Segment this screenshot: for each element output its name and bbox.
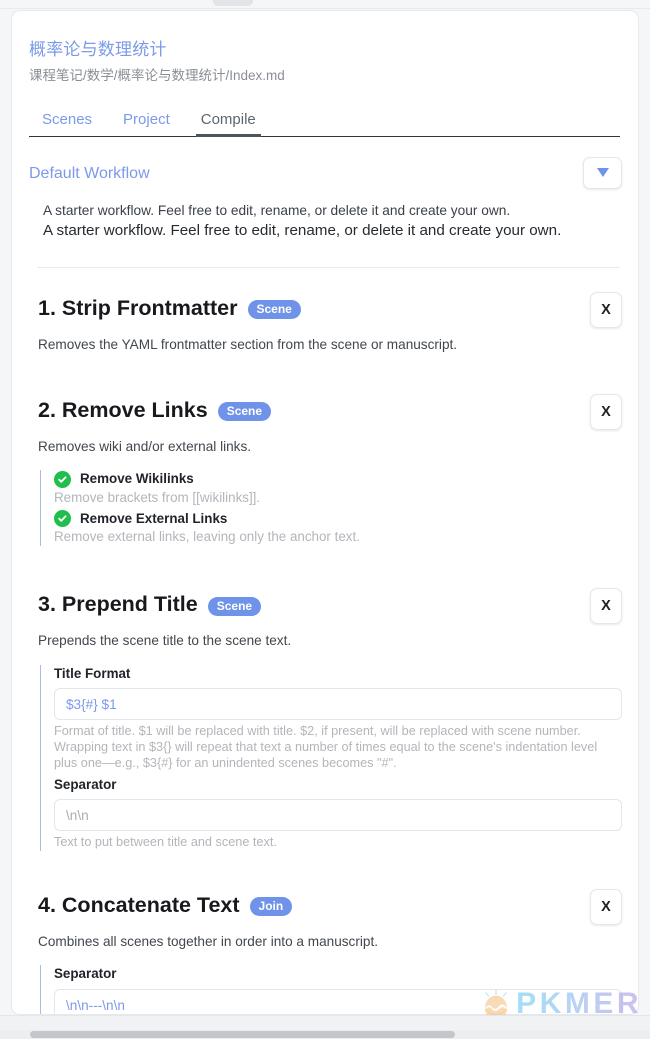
field-label: Separator	[54, 966, 117, 982]
step-type-badge: Scene	[217, 402, 272, 422]
option-help: Remove brackets from [[wikilinks]].	[54, 489, 261, 505]
field-separator: Separator \n\n Text to put between title…	[54, 776, 622, 851]
separator-input[interactable]: \n\n---\n\n	[54, 988, 622, 1014]
title-format-input[interactable]: $3{#} $1	[54, 688, 622, 721]
horizontal-scrollbar-thumb[interactable]	[30, 1031, 455, 1038]
step-description: Removes wiki and/or external links.	[38, 438, 252, 454]
workflow-description-large: A starter workflow. Feel free to edit, r…	[43, 222, 562, 240]
step-title: 1. Strip Frontmatter	[38, 295, 238, 320]
breadcrumb-path: 课程笔记/数学/概率论与数理统计/Index.md	[29, 68, 285, 84]
remove-step-button[interactable]: X	[590, 291, 622, 328]
remove-step-button[interactable]: X	[590, 889, 622, 926]
tab-scenes[interactable]: Scenes	[42, 111, 92, 136]
workflow-name[interactable]: Default Workflow	[29, 157, 150, 185]
tab-bar: Scenes Project Compile	[29, 104, 620, 138]
page-title: 概率论与数理统计	[29, 40, 167, 59]
field-label: Title Format	[54, 665, 131, 681]
compile-step: 4. Concatenate Text Join X Combines all …	[12, 877, 638, 1014]
remove-step-button[interactable]: X	[590, 393, 622, 430]
checkbox-checked-icon[interactable]	[54, 510, 71, 528]
option-label: Remove External Links	[80, 510, 228, 526]
option-help: Remove external links, leaving only the …	[54, 529, 360, 545]
chevron-down-icon	[596, 168, 609, 178]
tab-project[interactable]: Project	[123, 111, 170, 136]
option-row: Remove Wikilinks Remove brackets from [[…	[54, 470, 622, 507]
step-title: 4. Concatenate Text	[38, 893, 240, 918]
field-label: Separator	[54, 776, 117, 792]
field-title-format: Title Format $3{#} $1 Format of title. $…	[54, 665, 622, 772]
step-settings: Separator \n\n---\n\n	[40, 965, 622, 1014]
remove-step-button[interactable]: X	[590, 588, 622, 625]
horizontal-scrollbar-track[interactable]	[0, 1030, 650, 1039]
step-settings: Title Format $3{#} $1 Format of title. $…	[40, 664, 622, 852]
step-title: 2. Remove Links	[38, 397, 208, 422]
field-separator: Separator \n\n---\n\n	[54, 965, 622, 1014]
option-row: Remove External Links Remove external li…	[54, 510, 622, 547]
field-help: Format of title. $1 will be replaced wit…	[54, 724, 598, 770]
step-type-badge: Join	[249, 897, 293, 917]
step-type-badge: Scene	[247, 300, 301, 320]
compile-panel-card: 概率论与数理统计 课程笔记/数学/概率论与数理统计/Index.md Scene…	[11, 10, 639, 1015]
tab-compile[interactable]: Compile	[195, 111, 261, 138]
workflow-dropdown-button[interactable]	[583, 156, 622, 189]
field-help: Text to put between title and scene text…	[54, 835, 277, 850]
top-pill-handle	[213, 0, 253, 6]
step-options: Remove Wikilinks Remove brackets from [[…	[40, 470, 622, 547]
compile-step: 2. Remove Links Scene X Removes wiki and…	[12, 382, 638, 547]
compile-step: 3. Prepend Title Scene X Prepends the sc…	[12, 576, 638, 852]
step-description: Combines all scenes together in order in…	[38, 934, 379, 950]
compile-steps-list: 1. Strip Frontmatter Scene X Removes the…	[12, 280, 638, 1014]
step-description: Prepends the scene title to the scene te…	[38, 633, 292, 649]
workflow-description-small: A starter workflow. Feel free to edit, r…	[43, 202, 511, 218]
window-top-strip	[0, 0, 650, 9]
workflow-header: Default Workflow	[12, 156, 638, 189]
step-title: 3. Prepend Title	[38, 592, 198, 617]
section-divider	[37, 266, 620, 268]
step-description: Removes the YAML frontmatter section fro…	[38, 336, 458, 352]
step-type-badge: Scene	[207, 596, 262, 616]
compile-step: 1. Strip Frontmatter Scene X Removes the…	[12, 280, 638, 354]
option-label: Remove Wikilinks	[80, 471, 194, 487]
separator-input[interactable]: \n\n	[54, 799, 622, 832]
checkbox-checked-icon[interactable]	[54, 470, 71, 488]
